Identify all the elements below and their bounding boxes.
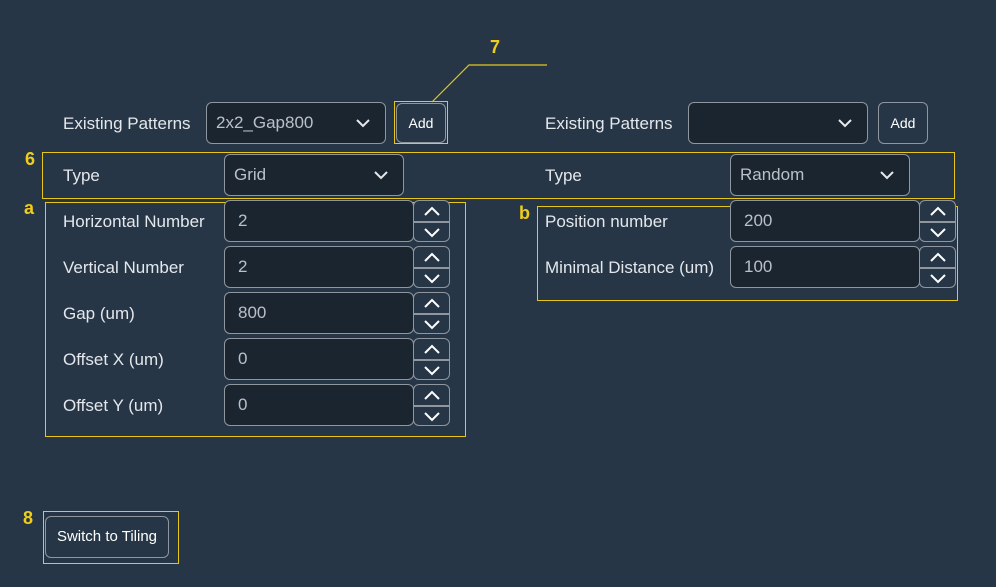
increment-button[interactable] (920, 201, 955, 223)
offset-x-spinner (413, 338, 450, 380)
field-value: 100 (744, 257, 773, 276)
chevron-down-icon (424, 274, 440, 284)
add-pattern-button[interactable]: Add (878, 102, 928, 144)
decrement-button[interactable] (414, 268, 449, 288)
decrement-button[interactable] (920, 268, 955, 288)
chevron-down-icon (374, 171, 388, 180)
decrement-button[interactable] (414, 406, 449, 426)
type-label: Type (545, 166, 582, 185)
vertical-number-spinner (413, 246, 450, 288)
chevron-down-icon (424, 228, 440, 238)
field-value: 200 (744, 211, 773, 230)
position-number-spinner (919, 200, 956, 242)
increment-button[interactable] (414, 247, 449, 269)
type-dropdown[interactable]: Grid (224, 154, 404, 196)
existing-patterns-label: Existing Patterns (63, 114, 191, 133)
existing-patterns-dropdown[interactable] (688, 102, 868, 144)
field-value: 2 (238, 257, 248, 276)
field-label: Gap (um) (63, 304, 135, 323)
increment-button[interactable] (920, 247, 955, 269)
add-pattern-button[interactable]: Add (396, 103, 446, 143)
chevron-up-icon (930, 206, 946, 216)
field-label: Offset Y (um) (63, 396, 164, 415)
chevron-down-icon (880, 171, 894, 180)
callout-8-number: 8 (23, 508, 34, 528)
type-label: Type (63, 166, 100, 185)
chevron-down-icon (424, 320, 440, 330)
chevron-down-icon (930, 274, 946, 284)
chevron-up-icon (424, 206, 440, 216)
field-label: Horizontal Number (63, 212, 205, 231)
field-label: Vertical Number (63, 258, 184, 277)
increment-button[interactable] (414, 293, 449, 315)
vertical-number-input[interactable]: 2 (224, 246, 414, 288)
increment-button[interactable] (414, 339, 449, 361)
minimal-distance-spinner (919, 246, 956, 288)
increment-button[interactable] (414, 201, 449, 223)
callout-b-number: b (519, 203, 530, 223)
minimal-distance-input[interactable]: 100 (730, 246, 920, 288)
existing-patterns-dropdown[interactable]: 2x2_Gap800 (206, 102, 386, 144)
chevron-up-icon (930, 252, 946, 262)
callout-a-number: a (24, 198, 35, 218)
type-value: Grid (234, 165, 267, 184)
chevron-up-icon (424, 344, 440, 354)
type-dropdown[interactable]: Random (730, 154, 910, 196)
callout-6-number: 6 (25, 149, 36, 169)
gap-spinner (413, 292, 450, 334)
decrement-button[interactable] (920, 222, 955, 242)
chevron-down-icon (424, 366, 440, 376)
existing-patterns-label: Existing Patterns (545, 114, 673, 133)
chevron-down-icon (930, 228, 946, 238)
decrement-button[interactable] (414, 314, 449, 334)
increment-button[interactable] (414, 385, 449, 407)
chevron-down-icon (838, 119, 852, 128)
offset-x-input[interactable]: 0 (224, 338, 414, 380)
chevron-up-icon (424, 390, 440, 400)
switch-to-tiling-button[interactable]: Switch to Tiling (45, 516, 169, 558)
existing-patterns-value: 2x2_Gap800 (216, 113, 314, 132)
decrement-button[interactable] (414, 222, 449, 242)
field-value: 0 (238, 349, 248, 368)
field-label: Minimal Distance (um) (545, 258, 715, 277)
gap-input[interactable]: 800 (224, 292, 414, 334)
field-value: 0 (238, 395, 248, 414)
chevron-down-icon (424, 412, 440, 422)
horizontal-number-spinner (413, 200, 450, 242)
horizontal-number-input[interactable]: 2 (224, 200, 414, 242)
field-value: 800 (238, 303, 267, 322)
chevron-up-icon (424, 298, 440, 308)
field-label: Position number (545, 212, 668, 231)
field-label: Offset X (um) (63, 350, 164, 369)
offset-y-spinner (413, 384, 450, 426)
offset-y-input[interactable]: 0 (224, 384, 414, 426)
decrement-button[interactable] (414, 360, 449, 380)
type-value: Random (740, 165, 805, 184)
position-number-input[interactable]: 200 (730, 200, 920, 242)
chevron-down-icon (356, 119, 370, 128)
field-value: 2 (238, 211, 248, 230)
chevron-up-icon (424, 252, 440, 262)
